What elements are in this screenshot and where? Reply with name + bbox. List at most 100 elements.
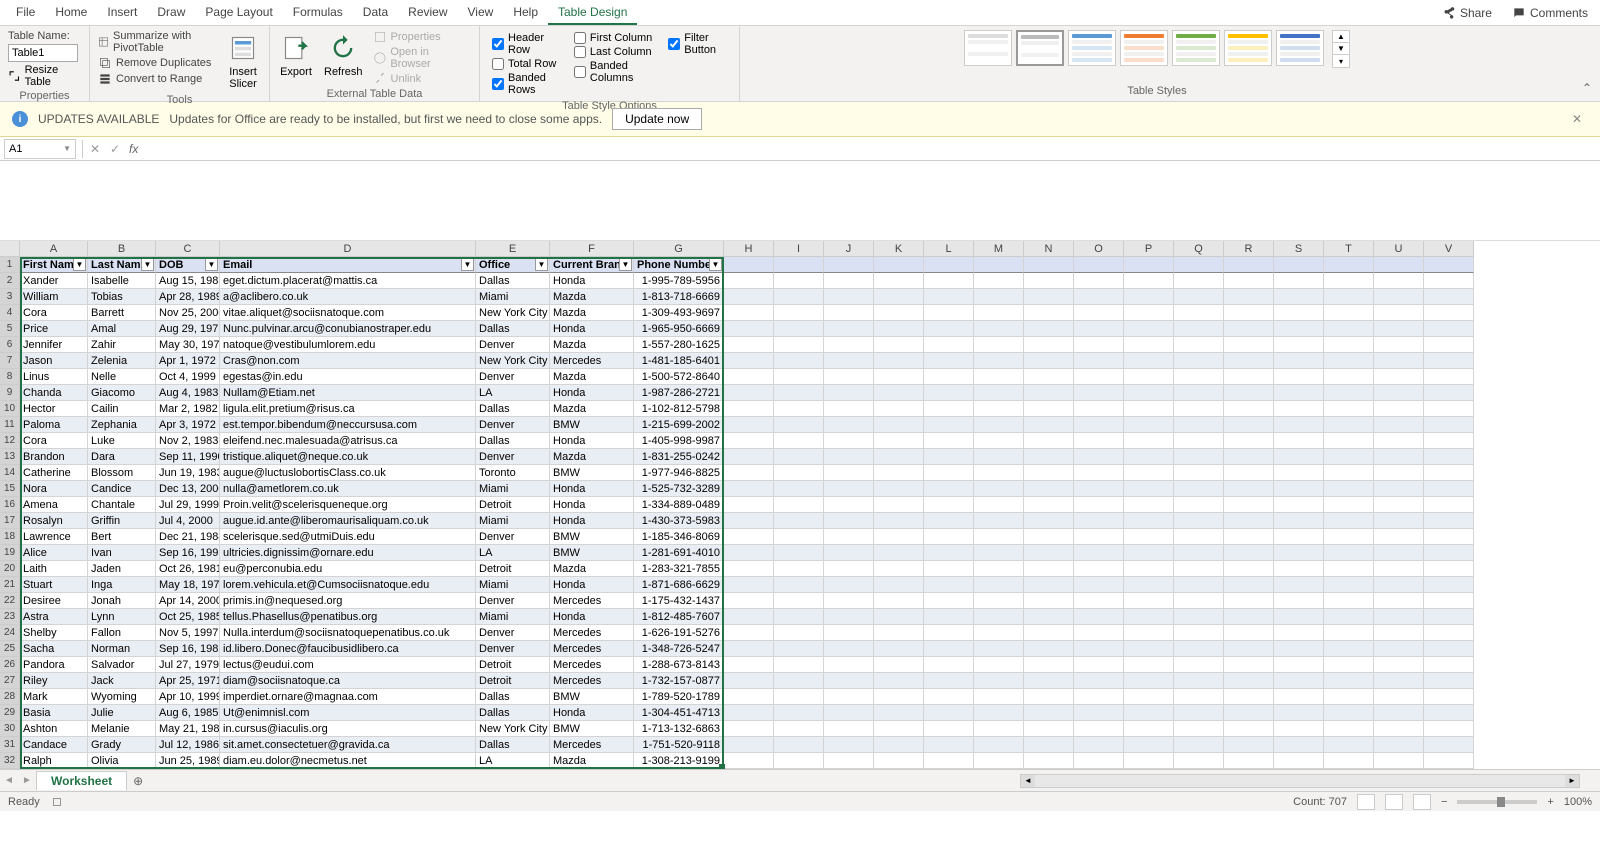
empty-cell[interactable] [724,449,774,465]
empty-cell[interactable] [1374,497,1424,513]
table-cell[interactable]: diam@sociisnatoque.ca [220,673,476,689]
empty-cell[interactable] [1374,481,1424,497]
zoom-level[interactable]: 100% [1564,796,1592,808]
table-cell[interactable]: Zelenia [88,353,156,369]
row-header[interactable]: 14 [0,465,20,481]
empty-cell[interactable] [1324,545,1374,561]
empty-cell[interactable] [1424,513,1474,529]
empty-cell[interactable] [924,545,974,561]
empty-cell[interactable] [824,401,874,417]
table-cell[interactable]: Honda [550,433,634,449]
empty-cell[interactable] [1374,305,1424,321]
row-header[interactable]: 2 [0,273,20,289]
empty-cell[interactable] [774,257,824,273]
empty-cell[interactable] [1224,641,1274,657]
empty-cell[interactable] [774,609,824,625]
empty-cell[interactable] [1374,385,1424,401]
empty-cell[interactable] [724,289,774,305]
empty-cell[interactable] [824,465,874,481]
empty-cell[interactable] [1224,369,1274,385]
table-cell[interactable]: Apr 3, 1972 [156,417,220,433]
empty-cell[interactable] [1224,433,1274,449]
table-cell[interactable]: ultricies.dignissim@ornare.edu [220,545,476,561]
table-cell[interactable]: Sep 11, 1990 [156,449,220,465]
table-cell[interactable]: imperdiet.ornare@magnaa.com [220,689,476,705]
table-cell[interactable]: Cora [20,433,88,449]
column-header[interactable]: J [824,241,874,257]
table-cell[interactable]: Amena [20,497,88,513]
empty-cell[interactable] [924,689,974,705]
column-header[interactable]: F [550,241,634,257]
empty-cell[interactable] [1324,369,1374,385]
filter-dropdown-button[interactable]: ▼ [141,258,154,271]
summarize-pivot-button[interactable]: Summarize with PivotTable [98,30,217,54]
empty-cell[interactable] [1024,289,1074,305]
table-cell[interactable]: Honda [550,705,634,721]
empty-cell[interactable] [774,657,824,673]
empty-cell[interactable] [724,561,774,577]
table-cell[interactable]: Denver [476,369,550,385]
row-header[interactable]: 25 [0,641,20,657]
table-cell[interactable]: Honda [550,321,634,337]
empty-cell[interactable] [774,497,824,513]
empty-cell[interactable] [974,401,1024,417]
table-cell[interactable]: Dara [88,449,156,465]
empty-cell[interactable] [1074,561,1124,577]
empty-cell[interactable] [1124,305,1174,321]
table-cell[interactable]: augue.id.ante@liberomaurisaliquam.co.uk [220,513,476,529]
empty-cell[interactable] [774,289,824,305]
column-header[interactable]: E [476,241,550,257]
menu-item-formulas[interactable]: Formulas [283,1,353,25]
empty-cell[interactable] [1074,641,1124,657]
empty-cell[interactable] [1074,513,1124,529]
empty-cell[interactable] [874,593,924,609]
empty-cell[interactable] [724,641,774,657]
empty-cell[interactable] [1124,721,1174,737]
empty-cell[interactable] [824,561,874,577]
table-cell[interactable]: Jul 27, 1979 [156,657,220,673]
empty-cell[interactable] [724,465,774,481]
empty-cell[interactable] [974,577,1024,593]
empty-cell[interactable] [1224,465,1274,481]
empty-cell[interactable] [1374,273,1424,289]
empty-cell[interactable] [924,657,974,673]
empty-cell[interactable] [874,273,924,289]
sheet-tab-worksheet[interactable]: Worksheet [36,771,127,790]
table-cell[interactable]: Nov 2, 1983 [156,433,220,449]
empty-cell[interactable] [1024,561,1074,577]
row-header[interactable]: 15 [0,481,20,497]
table-cell[interactable]: Barrett [88,305,156,321]
table-cell[interactable]: New York City [476,721,550,737]
empty-cell[interactable] [924,401,974,417]
empty-cell[interactable] [1024,481,1074,497]
row-header[interactable]: 12 [0,433,20,449]
empty-cell[interactable] [1124,353,1174,369]
menu-item-draw[interactable]: Draw [147,1,195,25]
table-cell[interactable]: a@aclibero.co.uk [220,289,476,305]
empty-cell[interactable] [1324,465,1374,481]
empty-cell[interactable] [1274,497,1324,513]
empty-cell[interactable] [1374,705,1424,721]
empty-cell[interactable] [1274,481,1324,497]
empty-cell[interactable] [1224,721,1274,737]
table-cell[interactable]: Nov 25, 2000 [156,305,220,321]
empty-cell[interactable] [1074,545,1124,561]
empty-cell[interactable] [1024,449,1074,465]
menu-item-insert[interactable]: Insert [97,1,147,25]
row-header[interactable]: 8 [0,369,20,385]
empty-cell[interactable] [1424,385,1474,401]
empty-cell[interactable] [774,561,824,577]
table-cell[interactable]: Denver [476,641,550,657]
row-header[interactable]: 19 [0,545,20,561]
table-cell[interactable]: Honda [550,609,634,625]
empty-cell[interactable] [774,465,824,481]
empty-cell[interactable] [1024,465,1074,481]
empty-cell[interactable] [1374,673,1424,689]
column-header[interactable]: G [634,241,724,257]
empty-cell[interactable] [724,417,774,433]
table-cell[interactable]: Grady [88,737,156,753]
empty-cell[interactable] [724,385,774,401]
empty-cell[interactable] [824,593,874,609]
menu-item-data[interactable]: Data [353,1,398,25]
empty-cell[interactable] [924,353,974,369]
